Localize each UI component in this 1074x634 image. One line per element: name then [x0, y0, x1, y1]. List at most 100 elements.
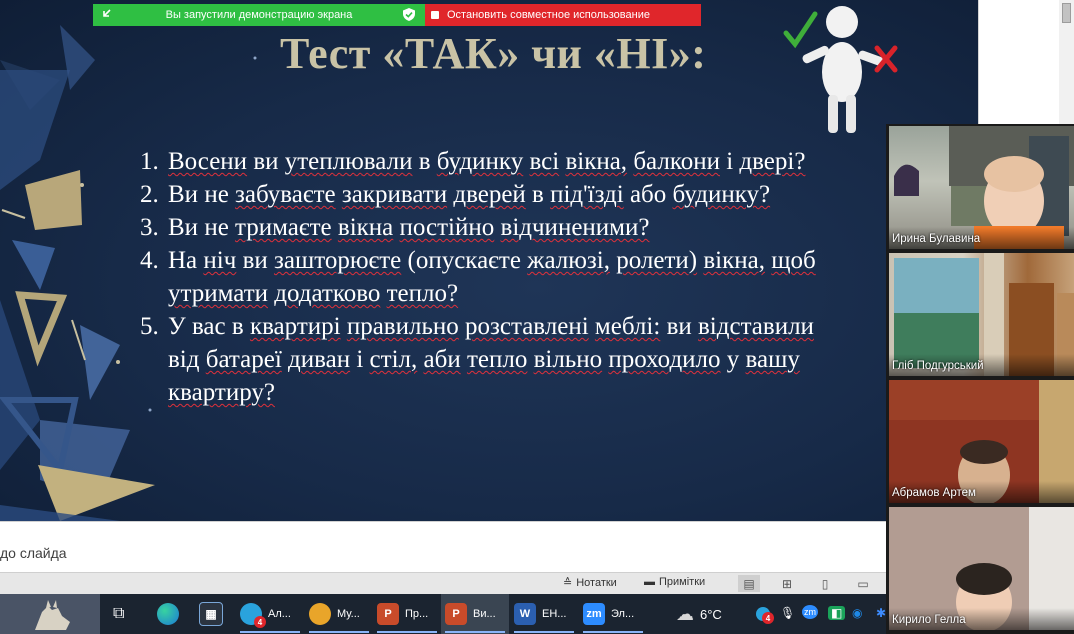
slide-title: Тест «ТАК» чи «НІ»: [280, 29, 707, 78]
tray-notification-badge: 4 [762, 612, 774, 624]
notes-placeholder: до слайда [0, 545, 67, 561]
screen-share-status-text: Вы запустили демонстрацию экрана [165, 9, 353, 21]
taskbar-app-label: Ал... [268, 608, 291, 620]
taskbar-app-label: Ви... [473, 608, 496, 620]
wallpaper-thumbnail [0, 594, 100, 634]
quiz-question: 3. Ви не тримаєте вікна постійно відчинен… [140, 211, 816, 244]
notification-badge: 4 [254, 616, 266, 628]
quiz-question-continuation: утримати додатково тепло? [140, 277, 816, 310]
question-text: Ви не забуваєте закривати дверей в під'ї… [168, 181, 771, 208]
reading-view-button[interactable]: ▯ [814, 575, 836, 592]
bluetooth-icon[interactable]: ✱ [876, 606, 886, 620]
quiz-question-list: 1. Восени ви утеплювали в будинку всі вік… [140, 145, 816, 409]
comments-toggle-label: Примітки [659, 576, 706, 588]
stop-share-button[interactable]: Остановить совместное использование [425, 4, 701, 26]
powerpoint-icon: P [377, 603, 399, 625]
notes-toggle-button[interactable]: ≙ Нотатки [563, 576, 617, 590]
question-number [140, 343, 168, 376]
notes-toggle-label: Нотатки [576, 576, 617, 589]
question-number: 2. [140, 181, 159, 208]
participant-name: Гліб Подгурський [892, 360, 984, 372]
edge-icon [157, 603, 179, 625]
slide-sorter-button[interactable]: ⊞ [776, 575, 798, 592]
question-text: Ви не тримаєте вікна постійно відчиненим… [168, 214, 650, 241]
question-number [140, 376, 168, 409]
calculator-app-button[interactable]: ▦ [199, 594, 225, 634]
word-icon: W [514, 603, 536, 625]
question-number: 3. [140, 214, 159, 241]
question-number: 1. [140, 148, 159, 175]
notes-pane[interactable]: до слайда [0, 521, 886, 573]
participant-tile[interactable]: Абрамов Артем [889, 380, 1074, 503]
stop-square-icon [431, 11, 439, 19]
question-number [140, 277, 168, 310]
presentation-slide: Тест «ТАК» чи «НІ»: 1. Восени ви утеплюва… [0, 0, 978, 521]
shield-check-icon [403, 8, 415, 24]
normal-view-icon: ▤ [743, 576, 755, 591]
weather-temperature: 6°C [700, 606, 722, 622]
participant-tile[interactable]: Гліб Подгурський [889, 253, 1074, 376]
question-text: квартиру? [168, 379, 275, 406]
weather-widget[interactable]: ☁ 6°C [676, 594, 736, 634]
quiz-question-continuation: квартиру? [140, 376, 816, 409]
telegram-icon: 4 [240, 603, 266, 628]
screen-share-banner: Вы запустили демонстрацию экрана Останов… [93, 4, 701, 26]
slide-sorter-icon: ⊞ [781, 576, 793, 591]
stop-share-label: Остановить совместное использование [447, 9, 650, 21]
comment-icon: ▬ [644, 576, 655, 588]
participant-name: Ирина Булавина [892, 233, 981, 245]
chrome-taskbar-button[interactable]: Му... [305, 594, 373, 634]
scrollbar-thumb[interactable] [1062, 3, 1071, 23]
task-view-icon: ⧉ [113, 605, 125, 622]
question-text: На ніч ви зашторюєте (опускаєте жалюзі, … [168, 247, 816, 274]
wolf-icon [0, 594, 100, 634]
quiz-question-continuation: від батареї диван і стіл, аби тепло віль… [140, 343, 816, 376]
powerpoint-1-taskbar-button[interactable]: P Пр... [373, 594, 441, 634]
taskbar-app-label: ЕН... [542, 608, 567, 620]
participant-tile[interactable]: Ирина Булавина [889, 126, 1074, 249]
share-arrow-icon [101, 8, 113, 23]
taskbar-app-label: Эл... [611, 608, 635, 620]
cloud-icon: ☁ [676, 603, 694, 624]
quiz-question: 4. На ніч ви зашторюєте (опускаєте жалюзі… [140, 244, 816, 277]
question-number: 5. [140, 313, 159, 340]
screen-share-status: Вы запустили демонстрацию экрана [93, 4, 425, 26]
calculator-icon: ▦ [199, 602, 223, 626]
tray-telegram-button[interactable]: 4 [756, 594, 774, 634]
question-text: утримати додатково тепло? [168, 280, 459, 307]
reading-view-icon: ▯ [821, 576, 829, 591]
taskbar-app-label: Му... [337, 608, 360, 620]
participant-name: Абрамов Артем [892, 487, 976, 499]
status-bar: ≙ Нотатки ▬ Примітки ▤ ⊞ ▯ ▭ [0, 572, 886, 595]
task-view-button[interactable]: ⧉ [113, 594, 135, 634]
microphone-icon[interactable]: 🎙 [780, 606, 795, 620]
zoom-taskbar-button[interactable]: zm Эл... [579, 594, 647, 634]
participants-video-panel: Ирина Булавина Гліб Подгурський Абрамов … [886, 124, 1074, 634]
powerpoint-2-taskbar-button[interactable]: P Ви... [441, 594, 509, 634]
quiz-question: 1. Восени ви утеплювали в будинку всі вік… [140, 145, 816, 178]
quiz-question: 2. Ви не забуваєте закривати дверей в під… [140, 178, 816, 211]
tray-zoom-icon[interactable]: zm [802, 605, 818, 619]
zoom-icon: zm [583, 603, 605, 625]
participant-name: Кирило Гелла [892, 614, 966, 626]
taskbar-app-label: Пр... [405, 608, 429, 620]
question-text: У вас в квартирі правильно розставлені м… [168, 313, 814, 340]
slideshow-icon: ▭ [857, 576, 869, 591]
slideshow-button[interactable]: ▭ [852, 575, 874, 592]
question-text: Восени ви утеплювали в будинку всі вікна… [168, 148, 806, 175]
tray-chrome-icon[interactable]: ◉ [852, 606, 862, 620]
telegram-taskbar-button[interactable]: 4 Ал... [236, 594, 304, 634]
word-taskbar-button[interactable]: W ЕН... [510, 594, 578, 634]
figure-illustration [783, 6, 898, 133]
notes-icon: ≙ [563, 577, 573, 589]
comments-toggle-button[interactable]: ▬ Примітки [644, 576, 705, 588]
tray-app-icon[interactable]: ◧ [828, 606, 846, 620]
chrome-icon [309, 603, 331, 625]
normal-view-button[interactable]: ▤ [738, 575, 760, 592]
participant-tile[interactable]: Кирило Гелла [889, 507, 1074, 630]
tray-telegram-icon: 4 [756, 607, 774, 624]
quiz-question: 5. У вас в квартирі правильно розставлені… [140, 310, 816, 343]
question-number: 4. [140, 247, 159, 274]
edge-app-button[interactable] [157, 594, 187, 634]
powerpoint-icon: P [445, 603, 467, 625]
